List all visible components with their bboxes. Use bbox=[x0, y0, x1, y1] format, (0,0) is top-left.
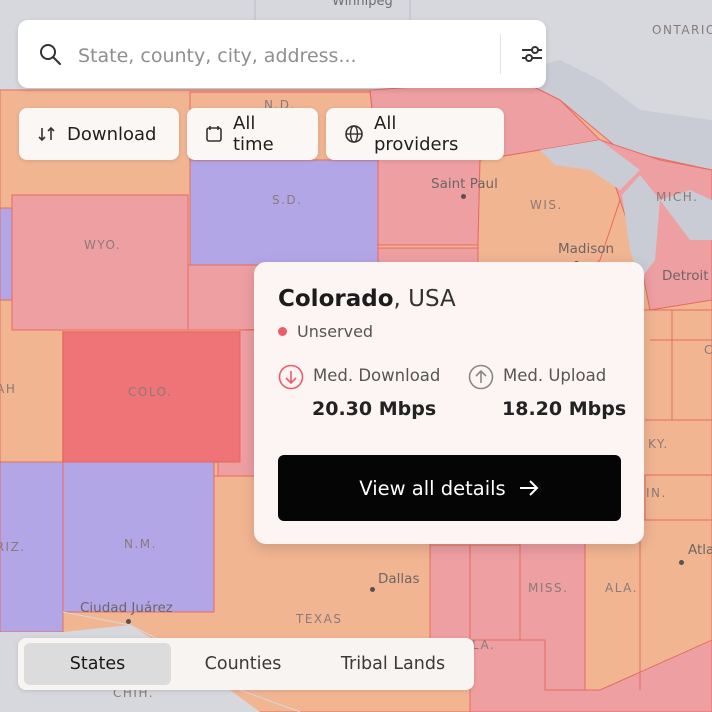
map-label-c: C bbox=[704, 343, 712, 357]
map-label-colo: COLO. bbox=[128, 385, 173, 399]
tab-tribal-lands[interactable]: Tribal Lands bbox=[318, 643, 468, 685]
providers-filter-label: All providers bbox=[374, 113, 459, 155]
city-dot-atlanta bbox=[679, 560, 684, 565]
map-label-nm: N.M. bbox=[124, 537, 157, 551]
download-metric-label: Med. Download bbox=[313, 366, 441, 385]
time-filter-button[interactable]: All time bbox=[187, 108, 318, 160]
city-label-atlanta: Atla bbox=[688, 542, 712, 558]
city-dot-saint-paul bbox=[461, 194, 466, 199]
view-all-details-label: View all details bbox=[359, 476, 506, 500]
map-label-miss: MISS. bbox=[528, 581, 569, 595]
download-filter-button[interactable]: Download bbox=[19, 108, 179, 160]
city-label-ciudad-juarez: Ciudad Juárez bbox=[80, 600, 173, 616]
tab-states[interactable]: States bbox=[24, 643, 171, 685]
filter-settings-button[interactable] bbox=[510, 34, 554, 74]
globe-icon bbox=[344, 124, 364, 144]
search-bar bbox=[18, 20, 546, 88]
city-label-saint-paul: Saint Paul bbox=[431, 176, 498, 192]
popup-title: Colorado, USA bbox=[278, 286, 456, 312]
map-label-texas: TEXAS bbox=[296, 612, 343, 626]
search-icon bbox=[40, 44, 61, 65]
city-label-madison: Madison bbox=[558, 241, 615, 257]
map-label-winnipeg: Winnipeg bbox=[332, 0, 393, 9]
upload-arrow-icon bbox=[468, 364, 494, 390]
upload-metric-value: 18.20 Mbps bbox=[502, 398, 627, 420]
status-dot-icon bbox=[278, 327, 287, 336]
popup-country: , USA bbox=[393, 286, 456, 312]
search-input[interactable] bbox=[76, 38, 480, 74]
search-divider bbox=[500, 34, 501, 74]
city-label-dallas: Dallas bbox=[378, 571, 420, 587]
city-label-detroit: Detroit bbox=[662, 268, 709, 284]
state-info-popup: Colorado, USA Unserved Med. Download 20.… bbox=[254, 262, 644, 544]
map-label-la: LA. bbox=[472, 638, 496, 652]
status-label: Unserved bbox=[297, 322, 374, 341]
map-label-in: IN. bbox=[646, 486, 667, 500]
map-label-utah: UTAH bbox=[0, 382, 17, 396]
map-label-ariz: ARIZ. bbox=[0, 540, 26, 554]
map-label-mich: MICH. bbox=[656, 190, 699, 204]
map-label-wis: WIS. bbox=[530, 198, 563, 212]
download-metric-value: 20.30 Mbps bbox=[312, 398, 437, 420]
time-filter-label: All time bbox=[233, 113, 274, 155]
tab-counties[interactable]: Counties bbox=[174, 643, 312, 685]
city-dot-ciudad-juarez bbox=[126, 619, 131, 624]
download-arrow-icon bbox=[278, 364, 304, 390]
geography-tabs: States Counties Tribal Lands bbox=[18, 638, 474, 690]
map-label-wyo: WYO. bbox=[84, 238, 122, 252]
view-all-details-button[interactable]: View all details bbox=[278, 455, 621, 521]
status-indicator: Unserved bbox=[278, 322, 373, 341]
download-upload-arrows-icon bbox=[37, 126, 57, 142]
download-filter-label: Download bbox=[67, 123, 157, 145]
upload-metric-label: Med. Upload bbox=[503, 366, 607, 385]
map-label-ala: ALA. bbox=[605, 581, 638, 595]
map-label-sd: S.D. bbox=[272, 193, 303, 207]
city-dot-dallas bbox=[370, 587, 375, 592]
popup-state-name: Colorado bbox=[278, 286, 394, 312]
map-label-ky: KY. bbox=[648, 437, 669, 451]
sliders-icon bbox=[522, 46, 542, 62]
arrow-right-icon bbox=[518, 478, 540, 498]
providers-filter-button[interactable]: All providers bbox=[326, 108, 504, 160]
map-label-ontario: ONTARIO bbox=[652, 23, 712, 37]
calendar-icon bbox=[205, 125, 223, 143]
